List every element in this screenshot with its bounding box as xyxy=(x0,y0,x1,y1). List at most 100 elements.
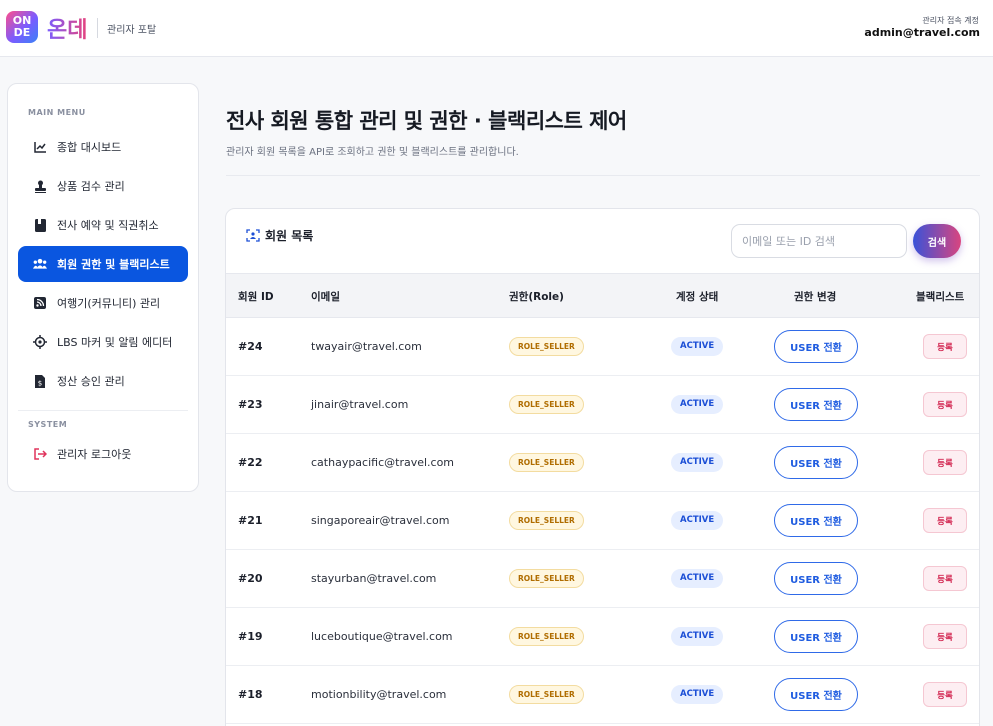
status-badge: ACTIVE xyxy=(671,453,724,472)
brand-name[interactable]: 온데 xyxy=(47,12,87,44)
table-row: #24 twayair@travel.com ROLE_SELLER ACTIV… xyxy=(226,318,979,376)
change-role-button[interactable]: USER 전환 xyxy=(774,562,858,595)
role-badge: ROLE_SELLER xyxy=(509,453,584,472)
member-id: #23 xyxy=(238,398,263,411)
search-input[interactable] xyxy=(731,224,907,258)
role-badge: ROLE_SELLER xyxy=(509,569,584,588)
blacklist-button[interactable]: 등록 xyxy=(923,624,967,649)
sidebar-item-label: 정산 승인 관리 xyxy=(57,375,125,388)
system-label: SYSTEM xyxy=(28,420,68,429)
change-role-button[interactable]: USER 전환 xyxy=(774,446,858,479)
crosshair-icon xyxy=(33,335,47,349)
chart-line-icon xyxy=(33,140,47,154)
users-scan-icon xyxy=(246,229,260,242)
status-badge: ACTIVE xyxy=(671,511,724,530)
sidebar-item-label: 전사 예약 및 직권취소 xyxy=(57,219,159,232)
search-button[interactable]: 검색 xyxy=(913,224,961,258)
sidebar-item-members[interactable]: 회원 권한 및 블랙리스트 xyxy=(18,246,188,282)
table-row: #20 stayurban@travel.com ROLE_SELLER ACT… xyxy=(226,550,979,608)
column-header: 권한 변경 xyxy=(794,291,837,303)
member-email: luceboutique@travel.com xyxy=(311,630,453,643)
status-badge: ACTIVE xyxy=(671,685,724,704)
logout-button[interactable]: 관리자 로그아웃 xyxy=(18,436,188,472)
change-role-button[interactable]: USER 전환 xyxy=(774,330,858,363)
blacklist-button[interactable]: 등록 xyxy=(923,508,967,533)
table-row: #19 luceboutique@travel.com ROLE_SELLER … xyxy=(226,608,979,666)
status-badge: ACTIVE xyxy=(671,627,724,646)
header-divider xyxy=(97,18,98,38)
book-icon xyxy=(33,218,47,232)
blacklist-button[interactable]: 등록 xyxy=(923,682,967,707)
member-id: #24 xyxy=(238,340,263,353)
column-header: 회원 ID xyxy=(238,291,274,303)
page-subtitle: 관리자 회원 목록을 API로 조회하고 권한 및 블랙리스트를 관리합니다. xyxy=(226,147,519,158)
status-badge: ACTIVE xyxy=(671,337,724,356)
svg-text:$: $ xyxy=(38,379,42,387)
member-panel: 회원 목록 검색 회원 ID 이메일 권한(Role) 계정 상태 권한 변경 … xyxy=(225,208,980,726)
sidebar-item-label: 회원 권한 및 블랙리스트 xyxy=(57,258,170,271)
status-badge: ACTIVE xyxy=(671,569,724,588)
table-row: #22 cathaypacific@travel.com ROLE_SELLER… xyxy=(226,434,979,492)
member-id: #18 xyxy=(238,688,263,701)
logout-label: 관리자 로그아웃 xyxy=(57,448,132,461)
table-header: 회원 ID 이메일 권한(Role) 계정 상태 권한 변경 블랙리스트 xyxy=(226,273,979,318)
blacklist-button[interactable]: 등록 xyxy=(923,566,967,591)
column-header: 권한(Role) xyxy=(509,291,564,303)
panel-title-text: 회원 목록 xyxy=(265,229,314,243)
account-email: admin@travel.com xyxy=(864,26,980,39)
portal-label: 관리자 포탈 xyxy=(107,25,157,36)
table-row: #18 motionbility@travel.com ROLE_SELLER … xyxy=(226,666,979,724)
invoice-icon: $ xyxy=(33,374,47,388)
main-menu-label: MAIN MENU xyxy=(28,108,86,117)
blacklist-button[interactable]: 등록 xyxy=(923,334,967,359)
title-divider xyxy=(226,175,980,176)
sidebar-item-settlement[interactable]: $ 정산 승인 관리 xyxy=(18,363,188,399)
sidebar-item-label: 상품 검수 관리 xyxy=(57,180,125,193)
blacklist-button[interactable]: 등록 xyxy=(923,392,967,417)
role-badge: ROLE_SELLER xyxy=(509,511,584,530)
blacklist-button[interactable]: 등록 xyxy=(923,450,967,475)
sidebar-item-dashboard[interactable]: 종합 대시보드 xyxy=(18,129,188,165)
panel-title: 회원 목록 xyxy=(246,227,313,244)
users-icon xyxy=(33,257,47,271)
change-role-button[interactable]: USER 전환 xyxy=(774,504,858,537)
rss-icon xyxy=(33,296,47,310)
member-id: #22 xyxy=(238,456,263,469)
table-row: #23 jinair@travel.com ROLE_SELLER ACTIVE… xyxy=(226,376,979,434)
role-badge: ROLE_SELLER xyxy=(509,337,584,356)
role-badge: ROLE_SELLER xyxy=(509,395,584,414)
logo[interactable]: ON DE xyxy=(6,11,38,43)
sidebar-item-label: 여행기(커뮤니티) 관리 xyxy=(57,297,161,310)
sidebar-item-community[interactable]: 여행기(커뮤니티) 관리 xyxy=(18,285,188,321)
sidebar-item-reservations[interactable]: 전사 예약 및 직권취소 xyxy=(18,207,188,243)
member-id: #20 xyxy=(238,572,263,585)
member-email: singaporeair@travel.com xyxy=(311,514,450,527)
member-id: #21 xyxy=(238,514,263,527)
sidebar-item-product-review[interactable]: 상품 검수 관리 xyxy=(18,168,188,204)
change-role-button[interactable]: USER 전환 xyxy=(774,388,858,421)
column-header: 블랙리스트 xyxy=(916,291,965,303)
member-email: motionbility@travel.com xyxy=(311,688,447,701)
member-email: jinair@travel.com xyxy=(311,398,409,411)
status-badge: ACTIVE xyxy=(671,395,724,414)
sidebar-divider xyxy=(18,410,188,411)
column-header: 계정 상태 xyxy=(676,291,719,303)
logout-icon xyxy=(33,447,47,461)
member-email: cathaypacific@travel.com xyxy=(311,456,455,469)
change-role-button[interactable]: USER 전환 xyxy=(774,620,858,653)
table-row: #21 singaporeair@travel.com ROLE_SELLER … xyxy=(226,492,979,550)
sidebar-item-label: LBS 마커 및 알림 에디터 xyxy=(57,336,173,349)
change-role-button[interactable]: USER 전환 xyxy=(774,678,858,711)
sidebar: MAIN MENU 종합 대시보드 상품 검수 관리 전사 예약 및 직권취소 … xyxy=(7,83,199,492)
role-badge: ROLE_SELLER xyxy=(509,627,584,646)
page-title: 전사 회원 통합 관리 및 권한 · 블랙리스트 제어 xyxy=(226,109,627,133)
member-email: stayurban@travel.com xyxy=(311,572,437,585)
stamp-icon xyxy=(33,179,47,193)
logo-line-2: DE xyxy=(13,26,31,39)
role-badge: ROLE_SELLER xyxy=(509,685,584,704)
sidebar-item-lbs-editor[interactable]: LBS 마커 및 알림 에디터 xyxy=(18,324,188,360)
sidebar-item-label: 종합 대시보드 xyxy=(57,141,122,154)
account-caption: 관리자 접속 계정 xyxy=(922,16,979,25)
column-header: 이메일 xyxy=(311,291,340,303)
member-email: twayair@travel.com xyxy=(311,340,422,353)
